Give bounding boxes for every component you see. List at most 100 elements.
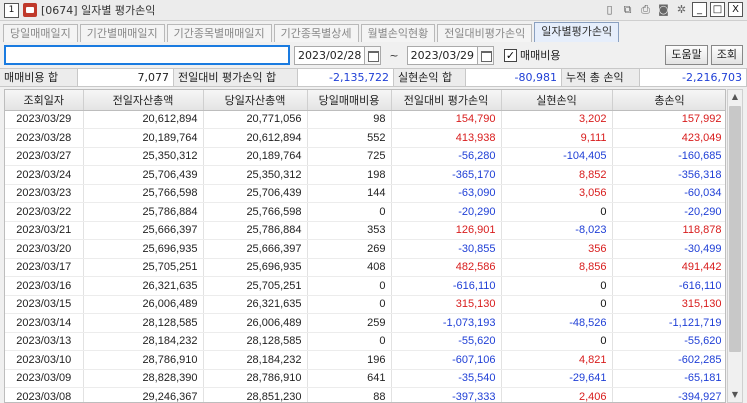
table-row[interactable]: 2023/03/14 28,128,585 26,006,489 259 -1,073,…	[5, 313, 725, 333]
summary-bar: 매매비용 합 7,077 전일대비 평가손익 합 -2,135,722 실현손익…	[0, 68, 747, 87]
table-row[interactable]: 2023/03/24 25,706,439 25,350,312 198 -365,17…	[5, 165, 725, 185]
table-cell: 26,321,635	[203, 295, 308, 314]
camera-icon[interactable]: ◙	[656, 2, 671, 17]
table-cell: 2023/03/08	[5, 387, 84, 402]
table-cell: 26,006,489	[83, 295, 204, 314]
col-header-total[interactable]: 총손익	[612, 90, 725, 111]
table-row[interactable]: 2023/03/16 26,321,635 25,705,251 0 -616,110 0…	[5, 276, 725, 296]
scroll-thumb[interactable]	[729, 106, 741, 352]
realized-sum-label: 실현손익 합	[394, 69, 466, 86]
tab-monthly-pnl[interactable]: 월별손익현황	[360, 24, 436, 42]
table-cell: 25,350,312	[83, 147, 204, 166]
table-cell: 28,184,232	[203, 350, 308, 370]
table-cell: -607,106	[391, 350, 502, 370]
col-header-date[interactable]: 조회일자	[5, 90, 84, 111]
col-header-prev-eval[interactable]: 전일대비 평가손익	[391, 90, 502, 111]
table-row[interactable]: 2023/03/17 25,705,251 25,696,935 408 482,586…	[5, 258, 725, 277]
table-row[interactable]: 2023/03/15 26,006,489 26,321,635 0 315,130 0 3…	[5, 295, 725, 314]
table-cell: 157,992	[612, 110, 725, 129]
table-cell: 26,321,635	[83, 276, 204, 296]
table-cell: 25,786,884	[83, 202, 204, 222]
table-cell: -365,170	[391, 165, 502, 185]
table-row[interactable]: 2023/03/20 25,696,935 25,666,397 269 -30,855…	[5, 239, 725, 259]
start-calendar-icon[interactable]	[364, 45, 382, 65]
table-cell: 29,246,367	[83, 387, 204, 402]
screen-link-icon[interactable]: ▯	[602, 2, 617, 17]
table-cell: 2023/03/20	[5, 239, 84, 259]
end-date-field[interactable]: 2023/03/29	[406, 45, 479, 65]
tab-period-stock-detail[interactable]: 기간종목별상세	[273, 24, 359, 42]
col-header-realized[interactable]: 실현손익	[501, 90, 613, 111]
col-header-fee[interactable]: 당일매매비용	[307, 90, 392, 111]
query-toolbar: 2023/02/28 ~ 2023/03/29 ✓ 매매비용 도움말 조회	[0, 43, 747, 67]
table-cell: 0	[501, 276, 613, 296]
table-row[interactable]: 2023/03/08 29,246,367 28,851,230 88 -397,333…	[5, 387, 725, 402]
settings-gear-icon[interactable]: ✲	[674, 2, 689, 17]
table-row[interactable]: 2023/03/13 28,184,232 28,128,585 0 -55,620 0-…	[5, 332, 725, 351]
tab-period-journal[interactable]: 기간별매매일지	[79, 24, 165, 42]
table-cell: 0	[307, 276, 392, 296]
table-cell: -30,499	[612, 239, 725, 259]
table-cell: -602,285	[612, 350, 725, 370]
table-cell: 259	[307, 313, 392, 333]
scroll-up-arrow-icon[interactable]: ▲	[728, 90, 742, 104]
table-cell: 2023/03/29	[5, 110, 84, 129]
table-cell: 423,049	[612, 128, 725, 148]
table-row[interactable]: 2023/03/22 25,786,884 25,766,598 0 -20,290 0-…	[5, 202, 725, 222]
table-cell: -160,685	[612, 147, 725, 166]
table-cell: -616,110	[391, 276, 502, 296]
table-cell: -65,181	[612, 369, 725, 388]
print-icon[interactable]: ⎙	[638, 2, 653, 17]
scroll-down-arrow-icon[interactable]: ▼	[728, 388, 742, 402]
minimize-button[interactable]: _	[692, 2, 707, 17]
end-calendar-icon[interactable]	[477, 45, 495, 65]
table-cell: 25,786,884	[203, 221, 308, 240]
col-header-prev-asset[interactable]: 전일자산총액	[83, 90, 204, 111]
start-date-field[interactable]: 2023/02/28	[294, 45, 366, 65]
table-cell: 118,878	[612, 221, 725, 240]
maximize-button[interactable]: □	[710, 2, 725, 17]
table-row[interactable]: 2023/03/28 20,189,764 20,612,894 552 413,938…	[5, 128, 725, 148]
table-cell: 25,696,935	[203, 258, 308, 277]
tab-prev-day-eval[interactable]: 전일대비평가손익	[437, 24, 533, 42]
table-cell: 98	[307, 110, 392, 129]
close-button[interactable]: X	[728, 2, 743, 17]
fee-checkbox[interactable]: ✓	[504, 48, 518, 62]
table-cell: 315,130	[391, 295, 502, 314]
table-cell: 3,056	[501, 184, 613, 203]
table-cell: 2023/03/09	[5, 369, 84, 388]
query-button[interactable]: 조회	[710, 45, 743, 65]
table-cell: 2023/03/15	[5, 295, 84, 314]
table-cell: 725	[307, 147, 392, 166]
tab-daily-eval[interactable]: 일자별평가손익	[534, 22, 620, 42]
table-cell: 25,350,312	[203, 165, 308, 185]
table-cell: 408	[307, 258, 392, 277]
fee-checkbox-wrap[interactable]: ✓ 매매비용	[504, 47, 561, 63]
table-row[interactable]: 2023/03/27 25,350,312 20,189,764 725 -56,280…	[5, 147, 725, 166]
table-row[interactable]: 2023/03/23 25,766,598 25,706,439 144 -63,090…	[5, 184, 725, 203]
table-cell: 269	[307, 239, 392, 259]
table-cell: -30,855	[391, 239, 502, 259]
col-header-today-asset[interactable]: 당일자산총액	[203, 90, 308, 111]
table-row[interactable]: 2023/03/21 25,666,397 25,786,884 353 126,901…	[5, 221, 725, 240]
table-cell: -616,110	[612, 276, 725, 296]
table-cell: 28,128,585	[83, 313, 204, 333]
tab-period-stock-journal[interactable]: 기간종목별매매일지	[166, 24, 272, 42]
table-cell: 413,938	[391, 128, 502, 148]
table-cell: 25,666,397	[203, 239, 308, 259]
table-cell: 2023/03/21	[5, 221, 84, 240]
table-row[interactable]: 2023/03/29 20,612,894 20,771,056 98 154,790 3…	[5, 110, 725, 129]
table-cell: 20,771,056	[203, 110, 308, 129]
copy-window-icon[interactable]: ⧉	[620, 2, 635, 17]
help-button[interactable]: 도움말	[665, 45, 708, 65]
account-input[interactable]	[4, 45, 290, 65]
daily-eval-table[interactable]: 조회일자 전일자산총액 당일자산총액 당일매매비용 전일대비 평가손익 실현손익…	[4, 89, 726, 403]
tab-daily-journal[interactable]: 당일매매일지	[3, 24, 78, 42]
table-cell: 2023/03/27	[5, 147, 84, 166]
table-scrollbar[interactable]: ▲ ▼	[727, 89, 743, 403]
table-cell: 25,705,251	[203, 276, 308, 296]
table-cell: 154,790	[391, 110, 502, 129]
table-row[interactable]: 2023/03/10 28,786,910 28,184,232 196 -607,10…	[5, 350, 725, 370]
table-row[interactable]: 2023/03/09 28,828,390 28,786,910 641 -35,540…	[5, 369, 725, 388]
table-cell: 482,586	[391, 258, 502, 277]
